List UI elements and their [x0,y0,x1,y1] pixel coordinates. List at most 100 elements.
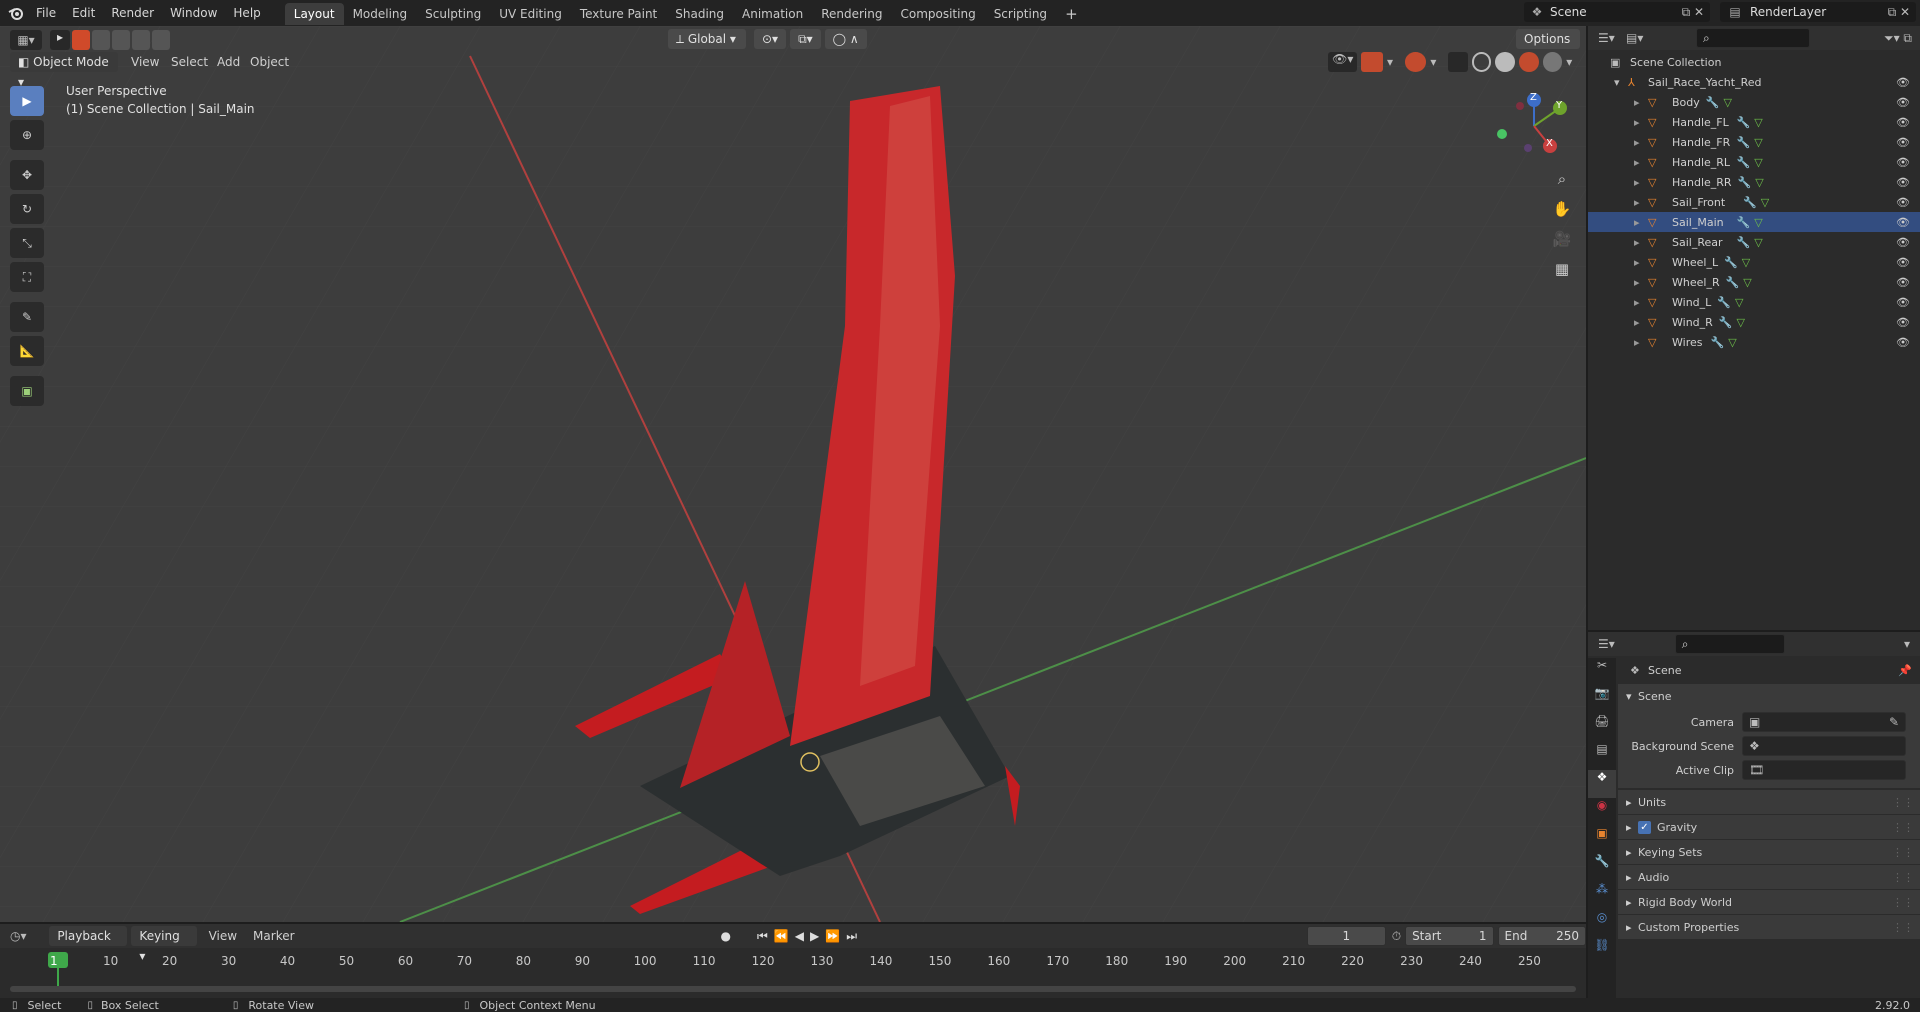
camera-field[interactable]: ▣ ✎ [1742,712,1906,732]
solid-shading-icon[interactable] [1495,52,1516,72]
editor-type-button[interactable]: ▦▾ [10,30,42,50]
outliner-item[interactable]: ▸ ▽ Wheel_L 🔧 ▽ 👁 [1588,252,1920,272]
proportional-icon[interactable]: ◯ ∧ [824,29,867,49]
options-dropdown[interactable]: Options ▾ [1516,29,1580,66]
object-tab-icon[interactable]: ▣ [1588,826,1616,854]
outliner-item[interactable]: ▸ ▽ Wind_R 🔧 ▽ 👁 [1588,312,1920,332]
playback-menu[interactable]: Playback ▾ [49,926,128,963]
select-extend-icon[interactable] [92,30,110,50]
drag-handle-icon[interactable]: ⋮⋮ [1892,846,1914,859]
properties-options-icon[interactable]: ▾ [1904,637,1910,651]
modifier-wrench-icon[interactable]: 🔧 [1717,296,1731,309]
tab-modeling[interactable]: Modeling [344,3,417,25]
mesh-data-icon[interactable]: ▽ [1742,256,1750,269]
outliner-item[interactable]: ▸ ▽ Sail_Main 🔧 ▽ 👁 [1588,212,1920,232]
outliner-item[interactable]: ▸ ▽ Sail_Rear 🔧 ▽ 👁 [1588,232,1920,252]
subpanel-header[interactable]: ▸ Audio ⋮⋮ [1618,865,1920,889]
camera-view-icon[interactable]: 🎥 [1548,230,1576,260]
panel-expand-icon[interactable]: ▸ [1626,896,1638,909]
record-icon[interactable]: ● [721,929,731,943]
move-tool[interactable]: ✥ [10,160,44,190]
expand-arrow-icon[interactable]: ▸ [1634,196,1648,209]
menu-edit[interactable]: Edit [64,0,103,26]
active-clip-field[interactable]: 🎞 [1742,760,1906,780]
snap-icon[interactable]: ⧉▾ [790,29,821,49]
expand-arrow-icon[interactable]: ▸ [1634,276,1648,289]
outliner-item[interactable]: ▸ ▽ Handle_RR 🔧 ▽ 👁 [1588,172,1920,192]
rendered-shading-icon[interactable] [1542,52,1563,72]
end-frame-field[interactable]: End 250 [1497,926,1586,946]
outliner-item[interactable]: ▸ ▽ Wheel_R 🔧 ▽ 👁 [1588,272,1920,292]
properties-editor-icon[interactable]: ☰▾ [1598,637,1615,651]
tab-uv-editing[interactable]: UV Editing [490,3,571,25]
visibility-eye-icon[interactable]: 👁 [1896,256,1910,269]
expand-arrow-icon[interactable]: ▸ [1634,136,1648,149]
visibility-eye-icon[interactable]: 👁 [1896,276,1910,289]
drag-handle-icon[interactable]: ⋮⋮ [1892,896,1914,909]
panel-expand-icon[interactable]: ▸ [1626,871,1638,884]
expand-arrow-icon[interactable]: ▸ [1634,216,1648,229]
pivot-icon[interactable]: ⊙▾ [754,29,787,49]
drag-handle-icon[interactable]: ⋮⋮ [1892,821,1914,834]
scene-panel-header[interactable]: ▾ Scene [1618,684,1920,708]
timeline-scrollbar[interactable] [10,986,1576,992]
marker-menu[interactable]: Marker [253,929,294,943]
tab-shading[interactable]: Shading [666,3,733,25]
subpanel-header[interactable]: ▸ Custom Properties ⋮⋮ [1618,915,1920,939]
panel-expand-icon[interactable]: ▸ [1626,821,1638,834]
rotate-tool[interactable]: ↻ [10,194,44,224]
expand-arrow-icon[interactable]: ▸ [1634,316,1648,329]
wireframe-shading-icon[interactable] [1471,52,1492,72]
overlay-dropdown-icon[interactable]: ▾ [1430,55,1444,69]
cursor-tool[interactable]: ⊕ [10,120,44,150]
visibility-eye-icon[interactable]: 👁 [1896,216,1910,229]
modifier-wrench-icon[interactable]: 🔧 [1737,216,1751,229]
play-icon[interactable]: ▶ [810,929,819,943]
outliner-editor-icon[interactable]: ☰▾ [1598,31,1626,45]
keying-menu[interactable]: Keying ▾ [131,926,197,963]
mesh-data-icon[interactable]: ▽ [1743,276,1751,289]
visibility-eye-icon[interactable]: 👁 [1896,196,1910,209]
select-subtract-icon[interactable] [112,30,130,50]
subpanel-header[interactable]: ▸ Units ⋮⋮ [1618,790,1920,814]
mesh-data-icon[interactable]: ▽ [1754,216,1762,229]
current-frame-field[interactable]: 1 [1307,926,1386,946]
add-workspace-icon[interactable]: + [1056,3,1087,25]
gravity-checkbox[interactable]: ✓ [1638,820,1651,834]
background-scene-field[interactable]: ❖ [1742,736,1906,756]
tab-compositing[interactable]: Compositing [891,3,984,25]
physics-tab-icon[interactable]: ◎ [1588,910,1616,938]
modifier-tab-icon[interactable]: 🔧 [1588,854,1616,882]
display-mode-icon[interactable]: ▤▾ [1626,31,1656,45]
menu-window[interactable]: Window [162,0,225,26]
modifier-wrench-icon[interactable]: 🔧 [1737,136,1751,149]
visibility-eye-icon[interactable]: 👁 [1896,156,1910,169]
mesh-data-icon[interactable]: ▽ [1755,176,1763,189]
view-menu[interactable]: View [131,55,159,69]
visibility-eye-icon[interactable]: 👁 [1896,336,1910,349]
scene-selector[interactable]: ❖ Scene ⧉ ✕ [1524,2,1710,22]
annotate-tool[interactable]: ✎ [10,302,44,332]
visibility-eye-icon[interactable]: 👁 [1896,116,1910,129]
drag-handle-icon[interactable]: ⋮⋮ [1892,871,1914,884]
outliner-item[interactable]: ▸ ▽ Wind_L 🔧 ▽ 👁 [1588,292,1920,312]
expand-arrow-icon[interactable]: ▸ [1634,296,1648,309]
modifier-wrench-icon[interactable]: 🔧 [1719,316,1733,329]
object-menu[interactable]: Object [250,55,289,69]
panel-expand-icon[interactable]: ▸ [1626,921,1638,934]
select-new-icon[interactable] [72,30,90,50]
tool-tab-icon[interactable]: ✂ [1588,658,1616,686]
new-layer-icon[interactable]: ⧉ ✕ [1888,5,1916,20]
scale-tool[interactable]: ⤡ [10,228,44,258]
select-invert-icon[interactable] [132,30,150,50]
tab-scripting[interactable]: Scripting [985,3,1056,25]
play-reverse-icon[interactable]: ◀ [795,929,804,943]
visibility-icon[interactable]: 👁▾ [1328,52,1358,72]
add-cube-tool[interactable]: ▣ [10,376,44,406]
expand-arrow-icon[interactable]: ▾ [1614,76,1628,89]
pivot-snap-buttons[interactable]: ⊙▾ ⧉▾ ◯ ∧ [754,29,884,49]
render-tab-icon[interactable]: 📷 [1588,686,1616,714]
menu-render[interactable]: Render [103,0,162,26]
expand-arrow-icon[interactable]: ▸ [1634,96,1648,109]
visibility-eye-icon[interactable]: 👁 [1896,76,1910,89]
